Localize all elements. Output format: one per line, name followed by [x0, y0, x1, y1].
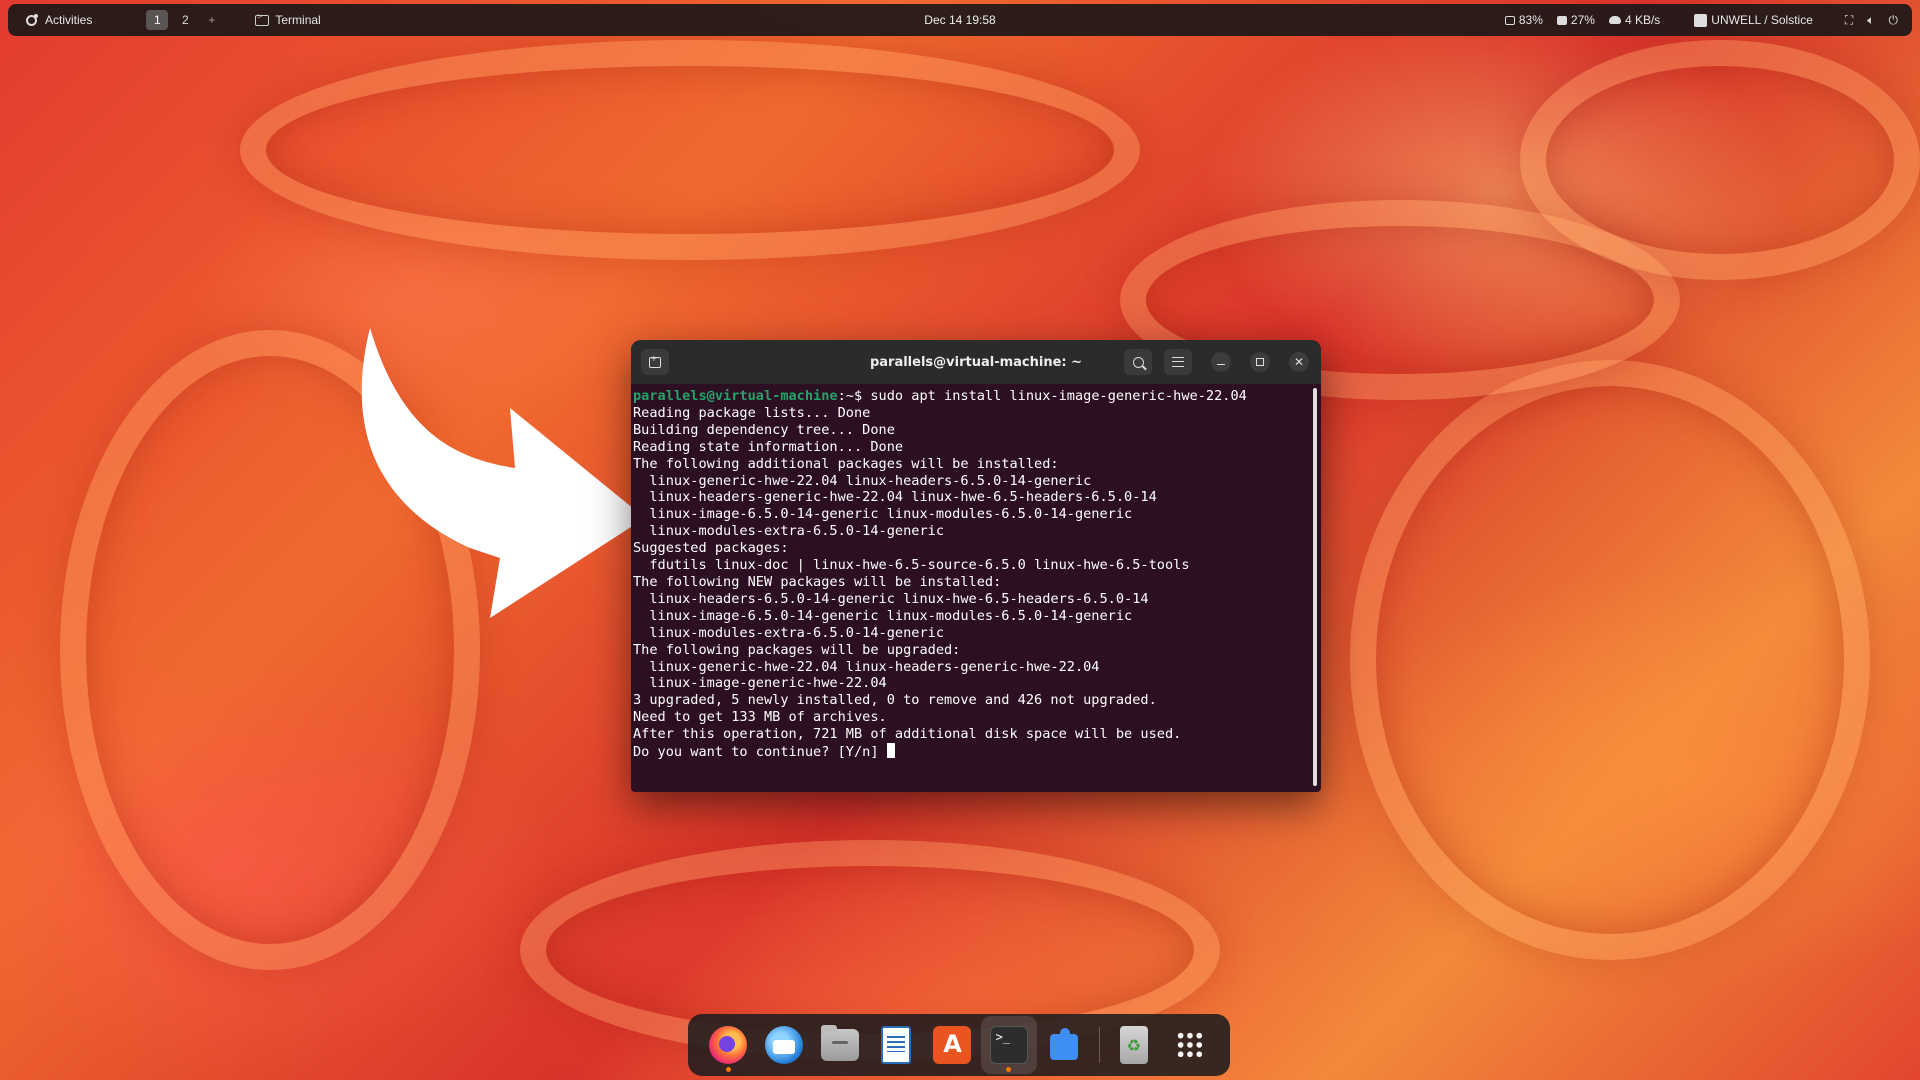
- memory-icon: [1556, 15, 1567, 25]
- media-player-icon: [1694, 13, 1708, 27]
- dock-show-apps[interactable]: [1162, 1016, 1218, 1074]
- workspace-switcher: 1 2 +: [146, 10, 215, 30]
- output-line: 3 upgraded, 5 newly installed, 0 to remo…: [633, 692, 1157, 709]
- running-indicator: [1006, 1067, 1012, 1072]
- workspace-add-button[interactable]: +: [208, 13, 215, 27]
- firefox-icon: [709, 1026, 748, 1064]
- network-value: 4 KB/s: [1624, 13, 1661, 27]
- dock-firefox[interactable]: [700, 1016, 756, 1074]
- dock-files[interactable]: [812, 1016, 868, 1074]
- maximize-icon: [1256, 358, 1264, 366]
- output-line: Need to get 133 MB of archives.: [633, 709, 887, 726]
- dock: [688, 1014, 1230, 1076]
- terminal-window[interactable]: parallels@virtual-machine: ~ ✕ parallels…: [631, 340, 1321, 792]
- cpu-value: 83%: [1518, 13, 1543, 27]
- writer-icon: [881, 1026, 912, 1064]
- activities-label: Activities: [45, 13, 93, 27]
- output-line: The following additional packages will b…: [633, 455, 1059, 472]
- output-line: Reading package lists... Done: [633, 404, 871, 421]
- media-indicator[interactable]: UNWELL / Solstice: [1674, 13, 1813, 27]
- terminal-header-bar[interactable]: parallels@virtual-machine: ~ ✕: [631, 340, 1321, 384]
- cpu-icon: [1504, 15, 1515, 25]
- clock[interactable]: Dec 14 19:58: [924, 13, 995, 27]
- output-line: linux-image-generic-hwe-22.04: [633, 675, 887, 692]
- output-line: Building dependency tree... Done: [633, 421, 895, 438]
- dock-terminal[interactable]: [980, 1016, 1037, 1074]
- cloud-icon: [1608, 16, 1621, 24]
- output-line: Suggested packages:: [633, 540, 789, 557]
- activities-button[interactable]: Activities: [26, 13, 92, 27]
- curved-arrow-icon: [361, 328, 645, 618]
- volume-icon[interactable]: 🔈︎: [1867, 13, 1874, 28]
- command-text: sudo apt install linux-image-generic-hwe…: [870, 388, 1247, 404]
- active-app-label: Terminal: [275, 13, 321, 27]
- maximize-button[interactable]: [1250, 352, 1270, 372]
- running-indicator: [725, 1067, 731, 1072]
- prompt-path: :~$: [837, 388, 871, 404]
- network-indicator[interactable]: 4 KB/s: [1608, 13, 1661, 27]
- terminal-scrollbar[interactable]: [1313, 388, 1317, 786]
- trash-icon: [1119, 1026, 1148, 1064]
- extensions-icon: [1046, 1026, 1084, 1064]
- new-tab-button[interactable]: [641, 349, 669, 375]
- output-line: linux-headers-6.5.0-14-generic linux-hwe…: [633, 590, 1149, 607]
- output-lines: Reading package lists... Done Building de…: [633, 405, 1319, 743]
- dock-separator: [1098, 1027, 1100, 1063]
- workspace-1-button[interactable]: 1: [146, 10, 169, 30]
- power-icon[interactable]: ⏻: [1889, 13, 1899, 28]
- output-line: The following NEW packages will be insta…: [633, 573, 1002, 590]
- output-line: linux-generic-hwe-22.04 linux-headers-6.…: [633, 472, 1092, 489]
- output-line: linux-image-6.5.0-14-generic linux-modul…: [633, 607, 1133, 624]
- dock-trash[interactable]: [1106, 1016, 1162, 1074]
- app-center-icon: [933, 1026, 972, 1064]
- output-line: linux-headers-generic-hwe-22.04 linux-hw…: [633, 489, 1157, 506]
- hamburger-menu-icon: [1172, 357, 1184, 367]
- dock-writer[interactable]: [868, 1016, 924, 1074]
- dock-app-center[interactable]: [924, 1016, 980, 1074]
- minimize-button[interactable]: [1211, 352, 1231, 372]
- close-icon: ✕: [1293, 355, 1305, 369]
- media-track: UNWELL / Solstice: [1711, 13, 1813, 27]
- active-app-indicator[interactable]: Terminal: [255, 12, 321, 27]
- thunderbird-icon: [765, 1026, 804, 1064]
- new-tab-icon: [649, 354, 661, 368]
- menu-button[interactable]: [1164, 349, 1192, 375]
- dock-extensions[interactable]: [1037, 1016, 1093, 1074]
- search-icon: [1132, 356, 1144, 368]
- question-text: Do you want to continue? [Y/n]: [633, 744, 887, 761]
- question-line: Do you want to continue? [Y/n]: [633, 743, 1319, 761]
- dock-thunderbird[interactable]: [756, 1016, 812, 1074]
- memory-value: 27%: [1570, 13, 1595, 27]
- output-line: linux-generic-hwe-22.04 linux-headers-ge…: [633, 658, 1100, 675]
- terminal-app-icon: [255, 12, 270, 26]
- workspace-2-button[interactable]: 2: [174, 10, 196, 30]
- files-icon: [821, 1025, 860, 1061]
- network-status-icon[interactable]: ⛶: [1845, 13, 1853, 28]
- terminal-output[interactable]: parallels@virtual-machine:~$ sudo apt in…: [631, 384, 1321, 765]
- prompt-user: parallels@virtual-machine: [633, 388, 838, 404]
- output-line: Reading state information... Done: [633, 438, 904, 455]
- output-line: linux-modules-extra-6.5.0-14-generic: [633, 624, 944, 641]
- minimize-icon: [1217, 363, 1225, 366]
- text-cursor: [886, 743, 895, 759]
- output-line: linux-image-6.5.0-14-generic linux-modul…: [633, 506, 1133, 523]
- output-line: linux-modules-extra-6.5.0-14-generic: [633, 523, 944, 540]
- output-line: The following packages will be upgraded:: [633, 641, 961, 658]
- activities-icon: [26, 13, 38, 26]
- close-button[interactable]: ✕: [1289, 352, 1309, 372]
- memory-indicator[interactable]: 27%: [1556, 13, 1595, 27]
- terminal-icon: [989, 1026, 1028, 1064]
- search-button[interactable]: [1124, 349, 1152, 375]
- output-line: After this operation, 721 MB of addition…: [633, 726, 1182, 743]
- output-line: fdutils linux-doc | linux-hwe-6.5-source…: [633, 557, 1190, 574]
- top-bar: Activities 1 2 + Terminal Dec 14 19:58 8…: [8, 4, 1912, 36]
- cpu-indicator[interactable]: 83%: [1504, 13, 1543, 27]
- command-line: parallels@virtual-machine:~$ sudo apt in…: [633, 388, 1319, 405]
- show-apps-icon: [1175, 1031, 1204, 1059]
